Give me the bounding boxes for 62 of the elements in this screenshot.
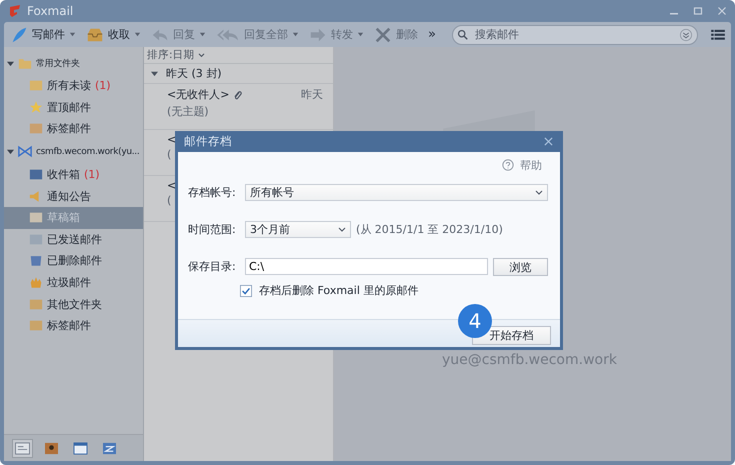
calendar-icon	[73, 442, 88, 454]
account-dropdown[interactable]: 所有帐号	[245, 184, 548, 201]
caret-icon[interactable]	[198, 52, 205, 58]
more-button[interactable]: »	[428, 27, 436, 42]
account-address: yue@csmfb.wecom.work	[442, 352, 617, 368]
account-icon	[18, 145, 32, 158]
toolbar-button[interactable]: 收取	[86, 26, 141, 44]
date-group[interactable]: 昨天 (3 封)	[144, 64, 333, 84]
tasks-icon	[102, 442, 117, 454]
caret-icon[interactable]	[69, 31, 76, 38]
help-icon	[502, 159, 514, 171]
close-icon[interactable]	[717, 6, 727, 16]
junk-icon	[29, 276, 43, 290]
close-icon[interactable]	[544, 137, 553, 146]
folder-item[interactable]: 已删除邮件	[4, 250, 143, 272]
folder-item[interactable]: 其他文件夹	[4, 293, 143, 315]
mail-item[interactable]: <无收件人> 昨天 (无主题)	[144, 84, 333, 130]
folder-item[interactable]: 已发送邮件	[4, 228, 143, 250]
field-label: 时间范围:	[188, 222, 237, 237]
toolbar-button[interactable]: 写邮件	[10, 26, 76, 44]
browse-button[interactable]: 浏览	[493, 258, 548, 276]
field-label: 保存目录:	[188, 259, 237, 274]
maximize-icon[interactable]	[693, 6, 703, 16]
search-icon	[456, 29, 468, 40]
folder-item[interactable]: 垃圾邮件	[4, 272, 143, 294]
caret-icon	[535, 190, 543, 196]
expand-arrow-icon[interactable]	[151, 70, 158, 77]
menu-icon[interactable]	[711, 28, 725, 40]
help-link[interactable]: 帮助	[188, 158, 542, 172]
window-title: Foxmail	[27, 4, 74, 18]
folder-item[interactable]: 通知公告	[4, 185, 143, 207]
dialog-title: 邮件存档	[184, 134, 232, 149]
expand-arrow-icon[interactable]	[7, 60, 14, 66]
star-icon	[29, 100, 43, 114]
sort-button[interactable]: 排序:日期	[147, 48, 195, 62]
search-bar[interactable]: 搜索邮件	[452, 24, 698, 44]
checkbox-label: 存档后删除 Foxmail 里的原邮件	[259, 283, 418, 298]
expand-icon[interactable]	[678, 28, 693, 42]
nav-tab[interactable]	[12, 438, 33, 458]
folder-item[interactable]: 标签邮件	[4, 118, 143, 140]
app-logo-icon	[8, 4, 22, 18]
folder-item[interactable]: 标签邮件	[4, 314, 143, 337]
search-field[interactable]: 搜索邮件	[472, 27, 674, 42]
caret-icon	[338, 226, 346, 232]
range-dropdown[interactable]: 3个月前	[245, 221, 351, 238]
checkbox[interactable]	[240, 284, 252, 296]
expand-arrow-icon[interactable]	[7, 148, 14, 156]
field-label: 存档帐号:	[188, 185, 237, 200]
contacts-icon	[44, 442, 59, 454]
trash-icon	[29, 254, 43, 268]
folder-item[interactable]: 所有未读 (1)	[4, 75, 143, 97]
delete-icon	[374, 26, 392, 44]
directory-field[interactable]: C:\	[245, 258, 488, 275]
mail-icon	[15, 442, 30, 454]
inbox-tray-icon	[86, 26, 104, 44]
date-range-note: (从 2015/1/1 至 2023/1/10)	[356, 222, 503, 237]
folder-item[interactable]: 置顶邮件	[4, 96, 143, 118]
folder-group[interactable]: 常用文件夹	[4, 51, 143, 75]
feather-icon	[10, 26, 28, 44]
folder-item[interactable]: 收件箱 (1)	[4, 164, 143, 186]
caret-icon[interactable]	[134, 31, 141, 38]
folder-group[interactable]: csmfb.wecom.work(yu...	[4, 140, 143, 164]
